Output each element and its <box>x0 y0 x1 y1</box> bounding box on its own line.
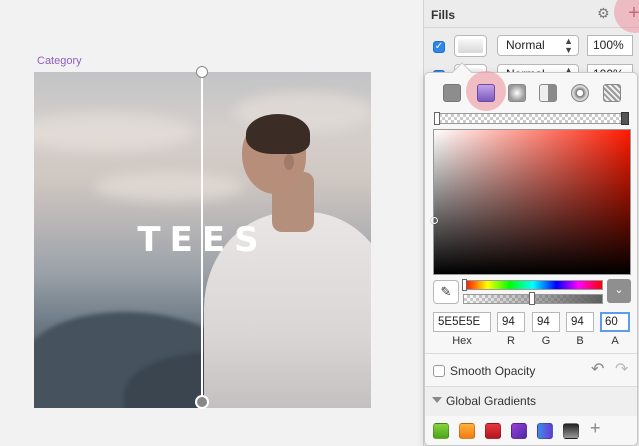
fills-header: Fills ⚙ + <box>424 0 639 33</box>
blue-input[interactable]: 94 <box>566 312 594 332</box>
gradient-preset-purple[interactable] <box>511 423 527 439</box>
alpha-label: A <box>611 335 619 347</box>
divider <box>425 353 637 354</box>
person-hair <box>246 114 310 154</box>
hex-input[interactable]: 5E5E5E <box>433 312 491 332</box>
hex-label: Hex <box>452 335 472 347</box>
fill-enabled-checkbox[interactable]: ✓ <box>433 41 445 53</box>
chevron-updown-icon: ▲▼ <box>564 36 573 55</box>
smooth-opacity-label: Smooth Opacity <box>450 364 536 378</box>
gradient-preset-orange[interactable] <box>459 423 475 439</box>
green-label: G <box>541 335 551 347</box>
opacity-slider-knob[interactable] <box>529 292 535 305</box>
gradient-line[interactable] <box>201 72 203 402</box>
disclosure-triangle-icon[interactable] <box>432 397 442 403</box>
gradient-end-handle[interactable] <box>195 395 209 409</box>
fill-opacity-input[interactable]: 100% <box>587 35 633 56</box>
swatch-preview <box>458 39 483 53</box>
eyedropper-icon[interactable]: ✎ <box>433 280 459 304</box>
color-picker-popover: ✎ ⌄ 5E5E5E 94 94 94 60 Hex R G B A Smoot… <box>424 62 638 446</box>
smooth-opacity-checkbox[interactable] <box>433 365 445 377</box>
angular-gradient-type-icon[interactable] <box>539 84 557 102</box>
artboard-label[interactable]: Category <box>37 55 82 67</box>
blend-mode-select[interactable]: Normal ▲▼ <box>497 35 579 56</box>
pattern-fill-type-icon[interactable] <box>571 84 589 102</box>
fills-title: Fills <box>431 8 456 22</box>
gradient-preset-dark[interactable] <box>563 423 579 439</box>
background-cloud <box>94 172 244 202</box>
color-picker-knob[interactable] <box>431 217 438 224</box>
redo-icon[interactable]: ↷ <box>615 359 628 379</box>
person-ear <box>284 154 294 170</box>
hue-slider-knob[interactable] <box>462 279 467 291</box>
gradient-start-handle[interactable] <box>196 66 208 78</box>
alpha-input[interactable]: 60 <box>600 312 630 332</box>
gradient-stops-bar[interactable] <box>435 113 629 124</box>
saturation-brightness-area[interactable] <box>433 129 631 275</box>
background-cloud <box>34 112 194 152</box>
radial-gradient-type-icon[interactable] <box>508 84 526 102</box>
fill-color-swatch[interactable] <box>454 35 487 57</box>
red-input[interactable]: 94 <box>497 312 525 332</box>
hue-slider[interactable] <box>463 280 603 290</box>
global-gradients-label: Global Gradients <box>446 394 537 408</box>
gradient-stop-handle[interactable] <box>621 112 629 125</box>
plus-icon[interactable]: + <box>590 418 601 439</box>
solid-fill-type-icon[interactable] <box>443 84 461 102</box>
green-input[interactable]: 94 <box>532 312 560 332</box>
noise-fill-type-icon[interactable] <box>603 84 621 102</box>
chevron-down-icon[interactable]: ⌄ <box>607 279 631 303</box>
linear-gradient-type-icon[interactable] <box>477 84 495 102</box>
plus-icon[interactable]: + <box>621 2 639 24</box>
undo-icon[interactable]: ↶ <box>591 359 604 379</box>
gear-icon[interactable]: ⚙ <box>597 5 610 22</box>
gradient-preset-red[interactable] <box>485 423 501 439</box>
divider <box>425 386 637 387</box>
blue-label: B <box>576 335 584 347</box>
gradient-stop-handle[interactable] <box>434 112 440 125</box>
red-label: R <box>507 335 515 347</box>
gradient-preset-blue[interactable] <box>537 423 553 439</box>
blend-mode-value: Normal <box>506 38 545 52</box>
gradient-preset-green[interactable] <box>433 423 449 439</box>
